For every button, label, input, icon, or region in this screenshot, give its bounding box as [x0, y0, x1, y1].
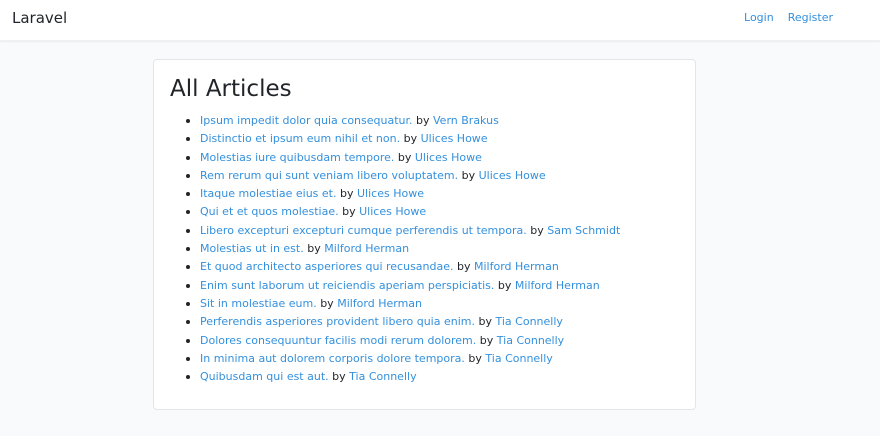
by-label: by — [530, 223, 544, 237]
author-link[interactable]: Milford Herman — [474, 260, 559, 273]
by-label: by — [332, 370, 346, 384]
list-item: Distinctio et ipsum eum nihil et non. by… — [200, 129, 620, 147]
article-title-link[interactable]: Enim sunt laborum ut reiciendis aperiam … — [200, 279, 494, 292]
author-link[interactable]: Milford Herman — [337, 297, 422, 310]
top-navbar: Laravel Login Register — [0, 0, 880, 41]
article-title-link[interactable]: Et quod architecto asperiores qui recusa… — [200, 260, 454, 273]
author-link[interactable]: Tia Connelly — [495, 315, 562, 328]
by-label: by — [497, 278, 512, 292]
article-title-link[interactable]: Molestias ut in est. — [200, 242, 304, 255]
page-title: All Articles — [170, 76, 292, 102]
list-item: Perferendis asperiores provident libero … — [200, 312, 620, 330]
by-label: by — [479, 333, 494, 347]
article-title-link[interactable]: Distinctio et ipsum eum nihil et non. — [200, 132, 400, 145]
list-item: Dolores consequuntur facilis modi rerum … — [200, 331, 620, 349]
by-label: by — [340, 187, 354, 201]
article-title-link[interactable]: Itaque molestiae eius et. — [200, 187, 337, 200]
article-title-link[interactable]: Dolores consequuntur facilis modi rerum … — [200, 334, 476, 347]
article-title-link[interactable]: Rem rerum qui sunt veniam libero volupta… — [200, 169, 458, 182]
brand-link[interactable]: Laravel — [12, 8, 67, 28]
list-item: In minima aut dolorem corporis dolore te… — [200, 349, 620, 367]
list-item: Molestias ut in est. by Milford Herman — [200, 239, 620, 257]
list-item: Et quod architecto asperiores qui recusa… — [200, 257, 620, 275]
by-label: by — [397, 150, 412, 164]
article-title-link[interactable]: Sit in molestiae eum. — [200, 297, 317, 310]
by-label: by — [468, 351, 482, 365]
author-link[interactable]: Sam Schmidt — [547, 224, 620, 237]
auth-nav: Login Register — [744, 10, 833, 26]
by-label: by — [403, 132, 418, 146]
article-title-link[interactable]: Libero excepturi excepturi cumque perfer… — [200, 224, 527, 237]
author-link[interactable]: Ulices Howe — [479, 169, 546, 182]
author-link[interactable]: Milford Herman — [515, 279, 600, 292]
list-item: Libero excepturi excepturi cumque perfer… — [200, 221, 620, 239]
article-title-link[interactable]: Ipsum impedit dolor quia consequatur. — [200, 114, 413, 127]
article-title-link[interactable]: Molestias iure quibusdam tempore. — [200, 151, 394, 164]
author-link[interactable]: Tia Connelly — [497, 334, 564, 347]
by-label: by — [457, 260, 471, 274]
author-link[interactable]: Vern Brakus — [433, 114, 499, 127]
author-link[interactable]: Ulices Howe — [415, 151, 482, 164]
author-link[interactable]: Ulices Howe — [357, 187, 424, 200]
article-title-link[interactable]: Quibusdam qui est aut. — [200, 370, 329, 383]
author-link[interactable]: Tia Connelly — [485, 352, 552, 365]
by-label: by — [307, 242, 321, 256]
by-label: by — [461, 168, 476, 182]
article-title-link[interactable]: In minima aut dolorem corporis dolore te… — [200, 352, 465, 365]
author-link[interactable]: Ulices Howe — [421, 132, 488, 145]
list-item: Ipsum impedit dolor quia consequatur. by… — [200, 111, 620, 129]
list-item: Sit in molestiae eum. by Milford Herman — [200, 294, 620, 312]
author-link[interactable]: Ulices Howe — [359, 205, 426, 218]
list-item: Qui et et quos molestiae. by Ulices Howe — [200, 202, 620, 220]
article-title-link[interactable]: Qui et et quos molestiae. — [200, 205, 339, 218]
list-item: Molestias iure quibusdam tempore. by Uli… — [200, 148, 620, 166]
list-item: Itaque molestiae eius et. by Ulices Howe — [200, 184, 620, 202]
register-link[interactable]: Register — [788, 10, 833, 26]
list-item: Rem rerum qui sunt veniam libero volupta… — [200, 166, 620, 184]
article-title-link[interactable]: Perferendis asperiores provident libero … — [200, 315, 475, 328]
list-item: Enim sunt laborum ut reiciendis aperiam … — [200, 276, 620, 294]
author-link[interactable]: Tia Connelly — [349, 370, 416, 383]
article-list: Ipsum impedit dolor quia consequatur. by… — [200, 111, 620, 385]
list-item: Quibusdam qui est aut. by Tia Connelly — [200, 367, 620, 385]
articles-card: All Articles Ipsum impedit dolor quia co… — [153, 59, 696, 410]
login-link[interactable]: Login — [744, 10, 774, 26]
author-link[interactable]: Milford Herman — [324, 242, 409, 255]
by-label: by — [416, 114, 430, 127]
by-label: by — [320, 296, 334, 310]
by-label: by — [478, 315, 492, 329]
by-label: by — [342, 205, 356, 219]
